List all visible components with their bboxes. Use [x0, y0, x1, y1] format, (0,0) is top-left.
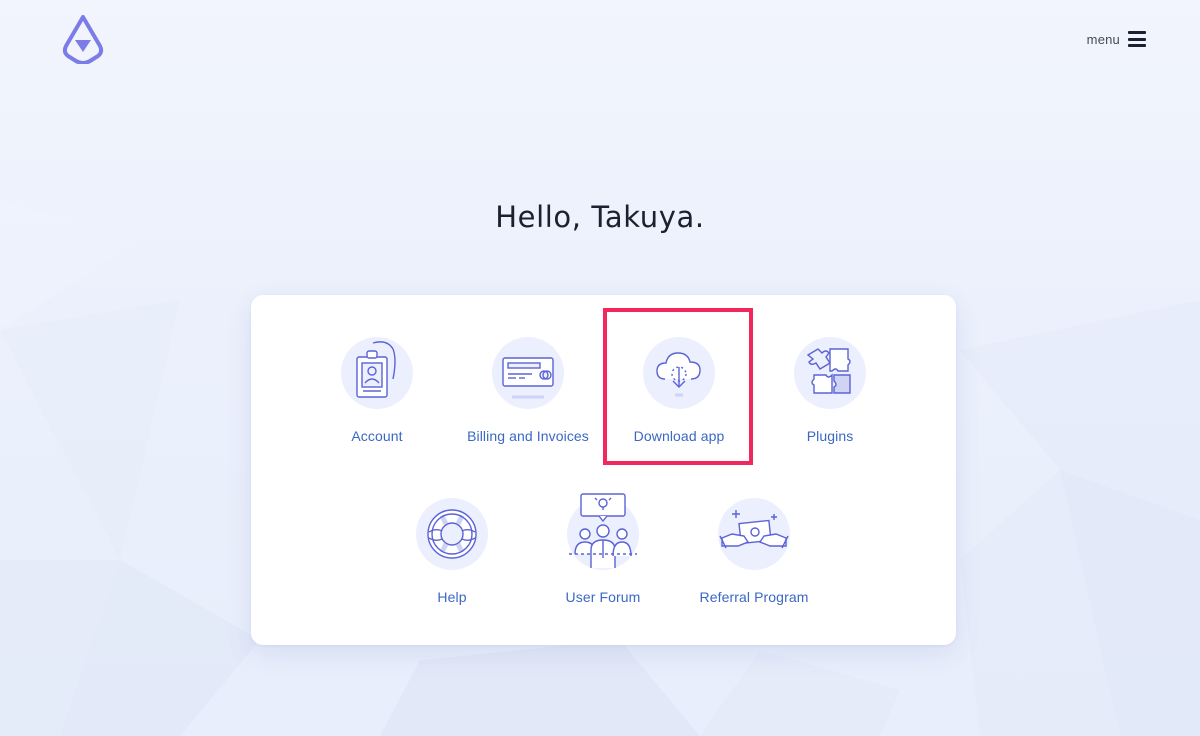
menu-label: menu	[1086, 31, 1120, 47]
tile-label: Help	[437, 589, 467, 605]
tile-label: Billing and Invoices	[467, 428, 589, 444]
puzzle-icon	[794, 337, 866, 409]
app-logo-icon[interactable]	[60, 14, 106, 64]
tile-account[interactable]: Account	[302, 337, 452, 462]
tile-label: Download app	[633, 428, 725, 444]
tile-user-forum[interactable]: User Forum	[528, 493, 678, 623]
menu-button[interactable]: menu	[1087, 29, 1146, 49]
tile-label: Referral Program	[699, 589, 809, 605]
id-badge-icon	[341, 337, 413, 409]
tile-label: Plugins	[806, 428, 854, 444]
credit-card-icon	[492, 337, 564, 409]
greeting-heading: Hello, Takuya.	[495, 200, 705, 234]
cloud-download-icon	[643, 337, 715, 409]
hands-money-icon	[718, 498, 790, 570]
tile-referral[interactable]: Referral Program	[679, 498, 829, 623]
users-forum-icon	[567, 493, 639, 570]
tile-download-app[interactable]: Download app	[604, 337, 754, 462]
tile-help[interactable]: Help	[377, 498, 527, 623]
lifebuoy-icon	[416, 498, 488, 570]
hamburger-icon	[1128, 31, 1146, 47]
tile-plugins[interactable]: Plugins	[755, 337, 905, 462]
tile-billing[interactable]: Billing and Invoices	[453, 337, 603, 462]
tile-label: User Forum	[565, 589, 641, 605]
tile-label: Account	[351, 428, 403, 444]
page: menu Hello, Takuya. Account Billing and …	[0, 0, 1200, 736]
